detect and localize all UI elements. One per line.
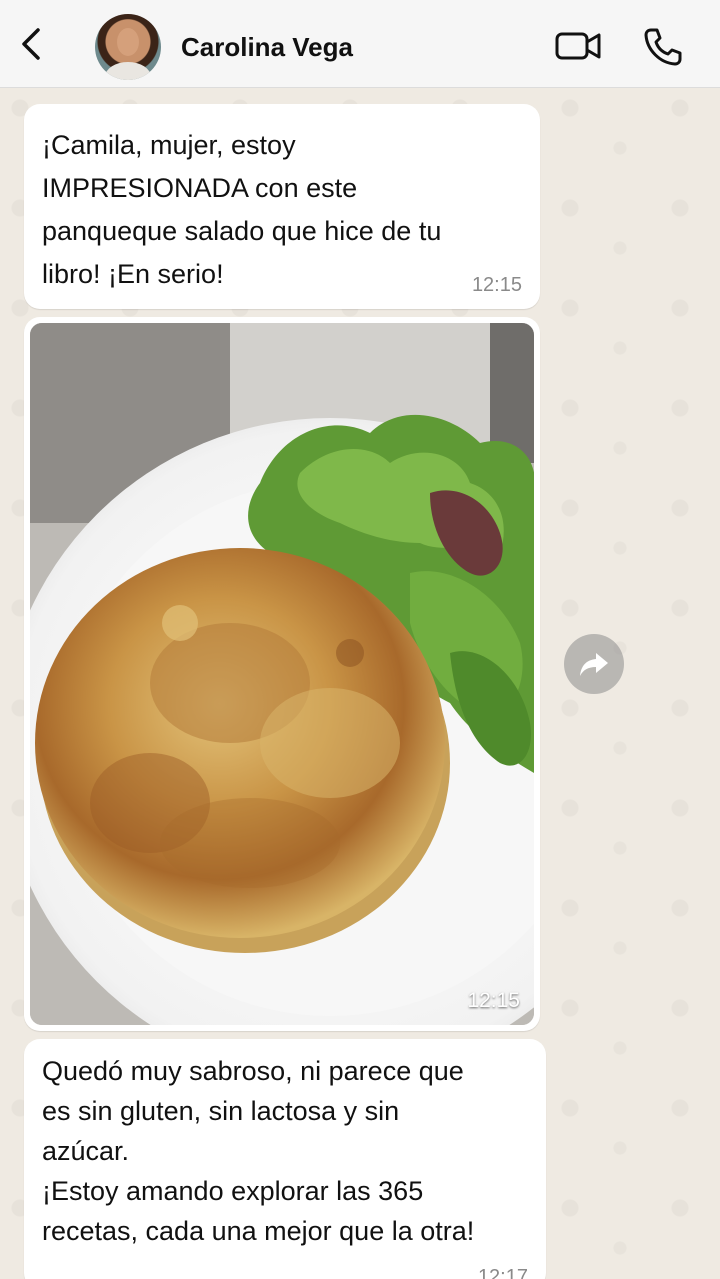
contact-name[interactable]: Carolina Vega xyxy=(181,32,353,63)
message-bubble[interactable]: Quedó muy sabroso, ni parece que es sin … xyxy=(24,1039,546,1279)
video-camera-icon[interactable] xyxy=(554,28,602,64)
message-bubble[interactable]: ¡Camila, mujer, estoy IMPRESIONADA con e… xyxy=(24,104,540,309)
message-text: ¡Camila, mujer, estoy IMPRESIONADA con e… xyxy=(42,130,442,289)
message-time: 12:15 xyxy=(467,989,520,1012)
pancake-photo-illustration xyxy=(30,323,534,1025)
phone-icon[interactable] xyxy=(642,26,684,68)
chevron-left-icon[interactable] xyxy=(14,24,50,64)
avatar[interactable] xyxy=(95,14,161,80)
message-time: 12:17 xyxy=(477,1266,528,1279)
message-photo[interactable]: 12:15 xyxy=(30,323,534,1025)
forward-icon[interactable] xyxy=(564,634,624,694)
chat-header: Carolina Vega xyxy=(0,0,720,88)
message-text: Quedó muy sabroso, ni parece que es sin … xyxy=(42,1056,475,1246)
image-message-bubble[interactable]: 12:15 xyxy=(24,317,540,1031)
message-time: 12:15 xyxy=(471,274,522,296)
